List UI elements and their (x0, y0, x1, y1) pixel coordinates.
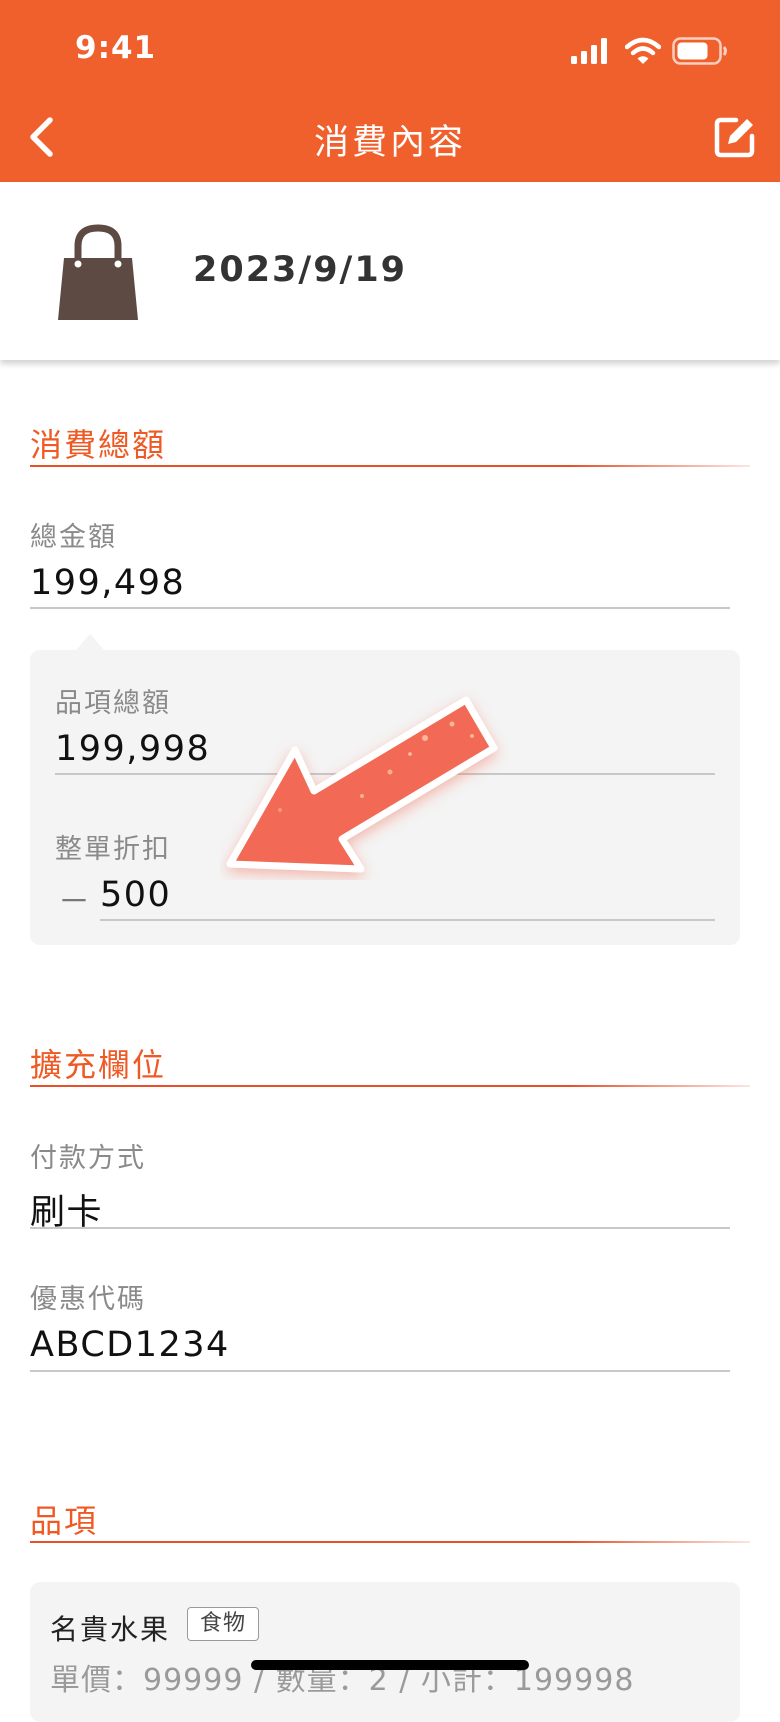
battery-icon (672, 37, 727, 65)
total-amount-underline (30, 607, 730, 609)
items-total-label: 品項總額 (55, 688, 171, 719)
coupon-code-label: 優惠代碼 (30, 1284, 146, 1315)
panel-notch (76, 634, 104, 650)
discount-minus-sign: － (58, 882, 91, 920)
item-category-tag: 食物 (187, 1607, 260, 1641)
discount-label: 整單折扣 (55, 834, 171, 865)
section-divider (30, 465, 750, 467)
items-total-value[interactable]: 199,998 (55, 729, 210, 769)
section-title-total: 消費總額 (30, 426, 167, 464)
item-name: 名貴水果 (50, 1613, 171, 1646)
payment-method-label: 付款方式 (30, 1143, 146, 1174)
list-item[interactable] (30, 1582, 740, 1722)
shopping-bag-icon (58, 224, 138, 320)
status-time: 9:41 (75, 30, 157, 66)
total-amount-value[interactable]: 199,498 (30, 563, 185, 603)
items-total-underline (55, 773, 715, 775)
coupon-code-value[interactable]: ABCD1234 (30, 1325, 230, 1365)
payment-method-underline (30, 1227, 730, 1229)
section-title-extra: 擴充欄位 (30, 1046, 167, 1084)
coupon-code-underline (30, 1370, 730, 1372)
section-title-items: 品項 (30, 1502, 99, 1540)
home-indicator[interactable] (251, 1660, 529, 1670)
record-summary-card: 2023/9/19 (0, 182, 780, 360)
page-title: 消費內容 (313, 123, 466, 163)
wifi-icon (625, 37, 661, 64)
section-divider (30, 1085, 750, 1087)
total-amount-label: 總金額 (30, 522, 117, 553)
signal-icon (571, 38, 607, 64)
section-divider (30, 1541, 750, 1543)
edit-icon[interactable] (712, 114, 758, 160)
record-date: 2023/9/19 (193, 250, 408, 290)
app-header: 9:41 消費內容 (0, 0, 780, 182)
discount-value[interactable]: 500 (100, 875, 171, 915)
discount-underline (100, 919, 715, 921)
